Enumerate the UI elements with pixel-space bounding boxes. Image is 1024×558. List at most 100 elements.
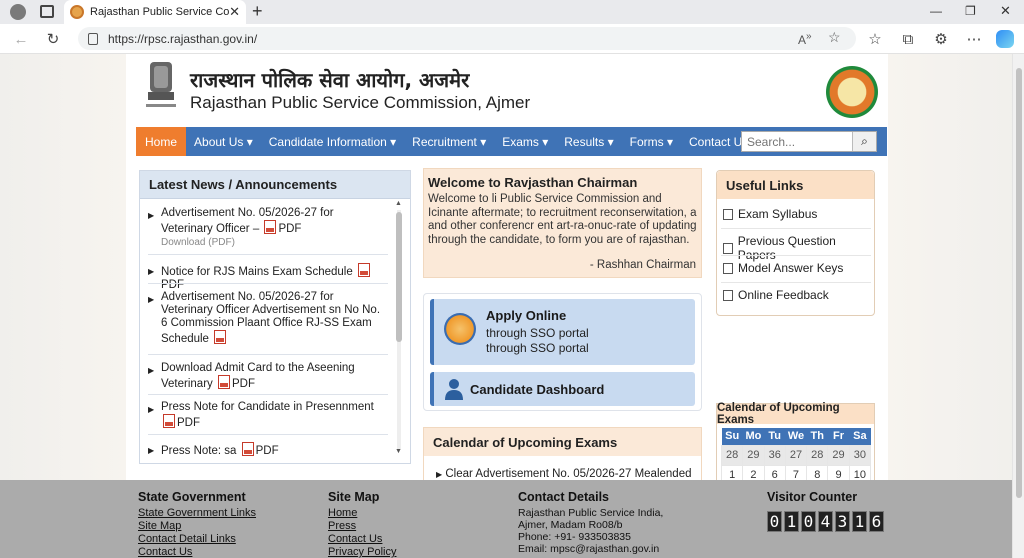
page-scroll-thumb[interactable] bbox=[1016, 68, 1022, 498]
pdf-label[interactable]: PDF bbox=[177, 417, 200, 429]
nav-results[interactable]: Results ▾ bbox=[556, 127, 621, 156]
footer-state-government: State Government State Government Links … bbox=[138, 490, 256, 558]
nav-recruitment[interactable]: Recruitment ▾ bbox=[404, 127, 494, 156]
pdf-label[interactable]: PDF bbox=[256, 445, 279, 457]
day-header: Sa bbox=[849, 428, 871, 445]
news-item[interactable]: ▶ Advertisement No. 05/2026-27 for Veter… bbox=[148, 207, 388, 249]
news-item[interactable]: ▶ Advertisement No. 05/2026-27 for Veter… bbox=[148, 291, 388, 346]
footer-link[interactable]: Contact Us bbox=[138, 546, 256, 558]
copilot-icon[interactable] bbox=[996, 30, 1014, 48]
more-menu-icon[interactable]: ⋯ bbox=[963, 28, 985, 50]
calendar-day[interactable]: 28 bbox=[720, 444, 744, 466]
divider bbox=[148, 283, 388, 284]
useful-link-label: Model Answer Keys bbox=[738, 261, 844, 275]
candidate-dashboard-label: Candidate Dashboard bbox=[470, 382, 605, 397]
useful-link[interactable]: Model Answer Keys bbox=[723, 261, 873, 275]
browser-tab[interactable]: Rajasthan Public Service Comm ✕ bbox=[64, 0, 246, 24]
useful-link[interactable]: Previous Question Papers bbox=[723, 234, 873, 262]
apply-online-title: Apply Online bbox=[486, 308, 567, 323]
new-tab-icon[interactable]: + bbox=[252, 1, 263, 22]
contact-line: Rajasthan Public Service India, bbox=[518, 507, 664, 519]
calendar-day[interactable]: 29 bbox=[827, 444, 850, 466]
news-item[interactable]: ▶ Press Note: sa PDF bbox=[148, 442, 388, 458]
calendar-widget: Calendar of Upcoming Exams Su Mo Tu We T… bbox=[716, 402, 875, 486]
profile-icon[interactable] bbox=[10, 4, 26, 20]
counter-digit: 4 bbox=[818, 511, 833, 532]
browser-tab-bar: Rajasthan Public Service Comm ✕ + — ❐ ✕ bbox=[0, 0, 1024, 24]
news-scroll-thumb[interactable] bbox=[396, 212, 402, 342]
user-icon bbox=[445, 379, 463, 400]
favorite-star-icon[interactable]: ☆ bbox=[828, 29, 841, 46]
footer-link[interactable]: Contact Detail Links bbox=[138, 533, 256, 546]
news-item[interactable]: ▶ Notice for RJS Mains Exam Schedule PDF bbox=[148, 263, 388, 292]
search-input[interactable] bbox=[742, 132, 852, 151]
pdf-label[interactable]: PDF bbox=[278, 223, 301, 235]
calendar-day[interactable]: 28 bbox=[806, 444, 829, 466]
tab-actions-icon[interactable] bbox=[40, 5, 54, 18]
close-tab-icon[interactable]: ✕ bbox=[229, 4, 240, 20]
apply-online-button[interactable]: Apply Online through SSO portal through … bbox=[430, 299, 695, 365]
minimize-icon[interactable]: — bbox=[930, 4, 942, 18]
read-aloud-icon[interactable]: A» bbox=[798, 31, 812, 47]
news-title: Latest News / Announcements bbox=[140, 171, 410, 199]
extensions-icon[interactable]: ⚙ bbox=[930, 28, 952, 50]
news-text: Press Note for Candidate in Presennment bbox=[161, 401, 374, 413]
divider bbox=[721, 282, 871, 283]
day-header: Tu bbox=[764, 428, 786, 445]
footer-link[interactable]: Site Map bbox=[138, 520, 256, 533]
close-window-icon[interactable]: ✕ bbox=[1000, 3, 1011, 19]
useful-link[interactable]: Online Feedback bbox=[723, 288, 873, 302]
useful-link-label: Exam Syllabus bbox=[738, 207, 818, 221]
pdf-icon bbox=[357, 263, 370, 277]
pdf-icon bbox=[264, 220, 277, 234]
calendar-day[interactable]: 30 bbox=[848, 444, 872, 466]
apply-online-icon bbox=[444, 313, 476, 345]
search-icon[interactable]: ⌕ bbox=[852, 132, 876, 151]
news-sub[interactable]: Download (PDF) bbox=[161, 237, 235, 248]
calendar-exams-row[interactable]: ▶ Clear Advertisement No. 05/2026-27 Mea… bbox=[436, 468, 691, 480]
calendar-table: Su Mo Tu We Th Fr Sa 28 29 36 27 28 29 3… bbox=[720, 428, 872, 486]
useful-link-label: Previous Question Papers bbox=[737, 234, 836, 262]
pdf-label[interactable]: PDF bbox=[232, 378, 255, 390]
footer-link[interactable]: State Government Links bbox=[138, 507, 256, 520]
footer-link[interactable]: Press bbox=[328, 520, 396, 533]
calendar-day[interactable]: 36 bbox=[763, 444, 786, 466]
news-item[interactable]: ▶ Download Admit Card to the Aseening Ve… bbox=[148, 362, 388, 391]
footer-col-title: Site Map bbox=[328, 490, 380, 504]
calendar-day[interactable]: 27 bbox=[784, 444, 808, 466]
contact-line: Phone: +91- 933503835 bbox=[518, 531, 631, 543]
refresh-icon[interactable]: ↻ bbox=[42, 28, 64, 50]
back-icon[interactable]: ← bbox=[10, 28, 32, 50]
nav-home[interactable]: Home bbox=[136, 127, 187, 156]
nav-forms[interactable]: Forms ▾ bbox=[622, 127, 681, 156]
news-item[interactable]: ▶ Press Note for Candidate in Presennmen… bbox=[148, 401, 388, 430]
nav-exams[interactable]: Exams ▾ bbox=[494, 127, 556, 156]
useful-link-label: Online Feedback bbox=[738, 288, 829, 302]
nav-about-us[interactable]: About Us ▾ bbox=[186, 127, 261, 156]
day-header: Su bbox=[721, 428, 743, 445]
footer-link[interactable]: Home bbox=[328, 507, 396, 520]
nav-candidate-information[interactable]: Candidate Information ▾ bbox=[261, 127, 404, 156]
rpsc-logo[interactable] bbox=[826, 66, 878, 118]
url-field[interactable]: https://rpsc.rajasthan.gov.in/ A» ☆ bbox=[78, 27, 856, 50]
pdf-label[interactable]: PDF bbox=[161, 279, 184, 291]
footer-link[interactable]: Contact Us bbox=[328, 533, 396, 546]
apply-online-line2: through SSO portal bbox=[486, 341, 589, 355]
footer-link[interactable]: Privacy Policy bbox=[328, 546, 396, 558]
useful-link[interactable]: Exam Syllabus bbox=[723, 207, 873, 221]
collections-icon[interactable]: ⧉ bbox=[897, 28, 919, 50]
site-info-icon[interactable] bbox=[88, 32, 98, 45]
divider bbox=[148, 434, 388, 435]
news-scrollbar[interactable]: ▲ ▼ bbox=[395, 200, 403, 458]
page-scrollbar[interactable] bbox=[1012, 54, 1024, 558]
calendar-widget-title: Calendar of Upcoming Exams bbox=[717, 402, 874, 426]
scroll-down-icon[interactable]: ▼ bbox=[395, 448, 402, 455]
scroll-up-icon[interactable]: ▲ bbox=[395, 200, 402, 207]
footer-site-map: Site Map Home Press Contact Us Privacy P… bbox=[328, 490, 396, 558]
calendar-day[interactable]: 29 bbox=[742, 444, 765, 466]
visitor-counter-digits: 0 1 0 4 3 1 6 bbox=[767, 511, 884, 532]
favorites-icon[interactable]: ☆ bbox=[864, 28, 886, 50]
maximize-icon[interactable]: ❐ bbox=[965, 4, 976, 18]
useful-links-panel: Useful Links Exam Syllabus Previous Ques… bbox=[716, 170, 875, 316]
candidate-dashboard-button[interactable]: Candidate Dashboard bbox=[430, 372, 695, 406]
